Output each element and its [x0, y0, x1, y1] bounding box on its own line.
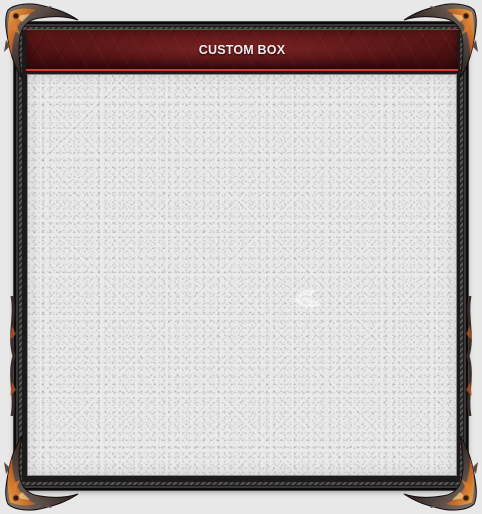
- box-title: CUSTOM BOX: [198, 42, 286, 57]
- side-ornament-icon: [10, 296, 16, 416]
- ornate-corner-icon: [4, 3, 79, 79]
- custom-box-window: CUSTOM BOX: [0, 0, 482, 514]
- side-ornament-icon: [466, 296, 472, 416]
- watermark-emblem-icon: [294, 289, 320, 308]
- ornate-corner-icon: [403, 435, 478, 511]
- ornate-corner-icon: [4, 435, 79, 511]
- box-content-panel: [27, 74, 457, 476]
- box-header: CUSTOM BOX: [26, 29, 458, 71]
- ornate-corner-icon: [403, 3, 478, 79]
